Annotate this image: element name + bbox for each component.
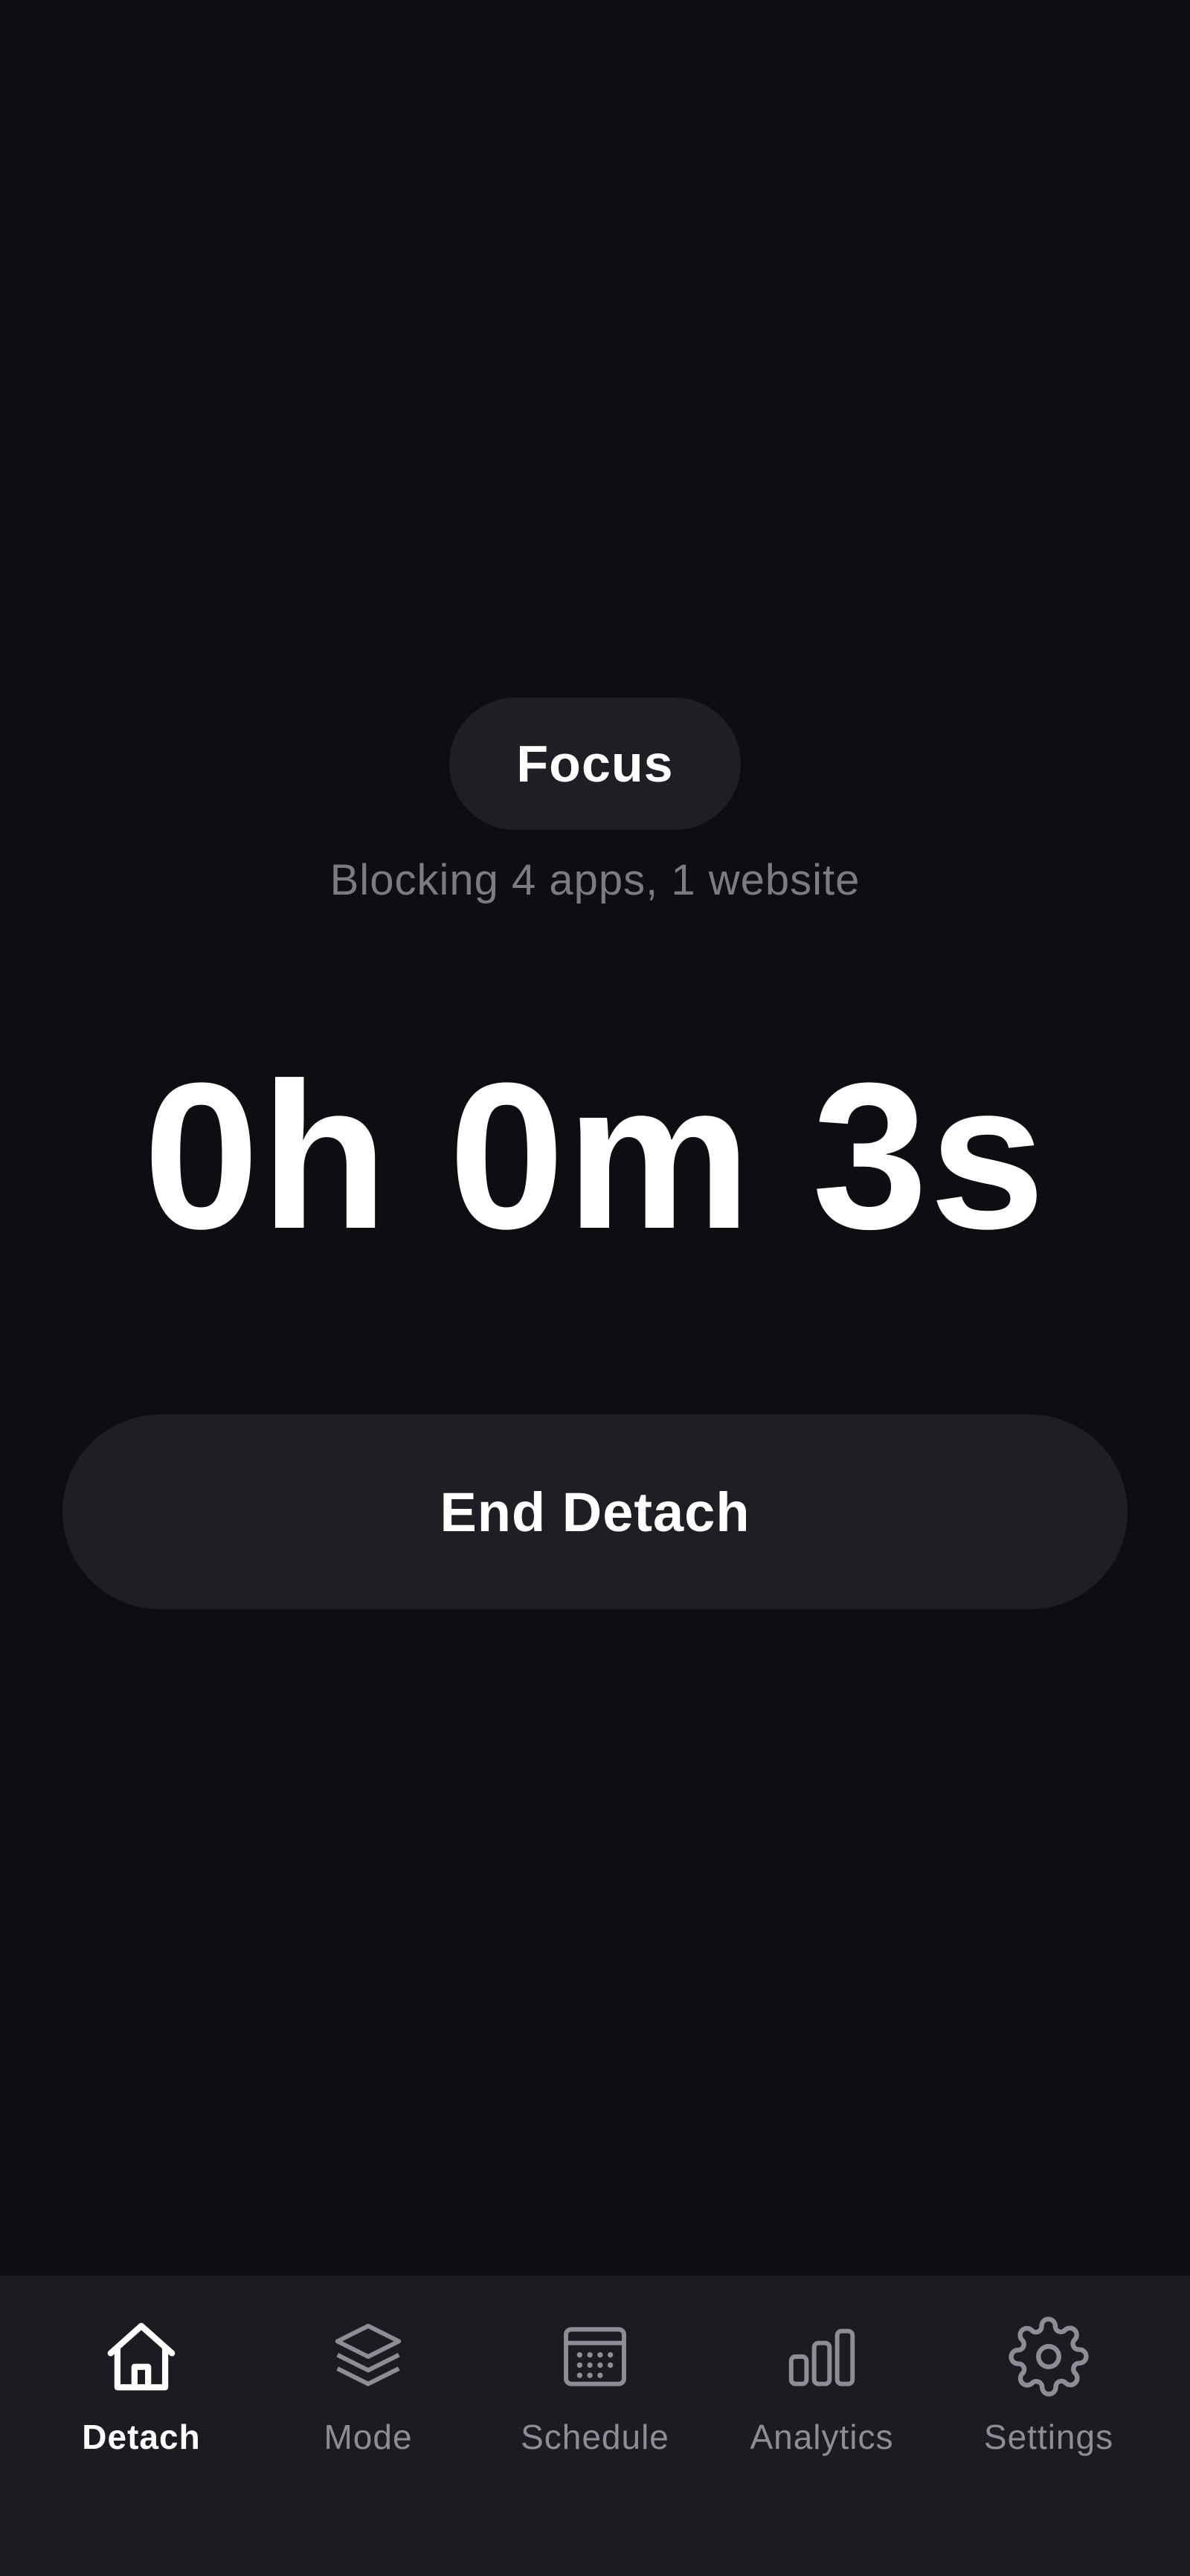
tab-label-mode: Mode: [324, 2418, 413, 2456]
end-detach-label: End Detach: [440, 1481, 750, 1543]
mode-pill[interactable]: Focus: [449, 698, 741, 830]
tab-analytics[interactable]: Analytics: [710, 2276, 933, 2576]
bar-chart-icon: [781, 2316, 863, 2398]
tab-schedule[interactable]: Schedule: [483, 2276, 707, 2576]
layers-icon: [327, 2316, 409, 2398]
tab-settings[interactable]: Settings: [937, 2276, 1160, 2576]
session-timer: 0h 0m 3s: [143, 1040, 1047, 1272]
tab-label-schedule: Schedule: [521, 2418, 669, 2456]
tab-mode[interactable]: Mode: [257, 2276, 480, 2576]
gear-icon: [1008, 2316, 1090, 2398]
home-icon: [100, 2316, 182, 2398]
detach-session-screen: Focus Blocking 4 apps, 1 website 0h 0m 3…: [0, 0, 1190, 2576]
mode-label: Focus: [516, 735, 674, 793]
tab-label-settings: Settings: [983, 2418, 1114, 2456]
tab-detach[interactable]: Detach: [30, 2276, 253, 2576]
tab-label-analytics: Analytics: [750, 2418, 894, 2456]
end-detach-button[interactable]: End Detach: [62, 1414, 1128, 1609]
blocking-summary: Blocking 4 apps, 1 website: [329, 856, 861, 904]
bottom-tab-bar: Detach Mode Schedule Analytics Settings: [0, 2276, 1190, 2576]
tab-label-detach: Detach: [82, 2418, 201, 2456]
calendar-icon: [554, 2316, 636, 2398]
